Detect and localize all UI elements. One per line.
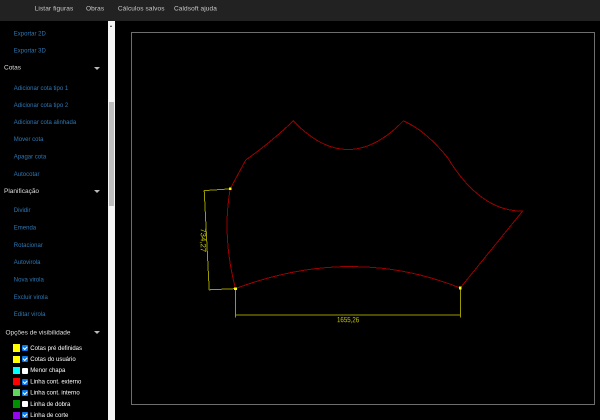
svg-text:Opções de visibilidade: Opções de visibilidade: [6, 329, 71, 336]
svg-text:Editar virola: Editar virola: [14, 312, 46, 318]
svg-text:1655,26: 1655,26: [337, 315, 359, 324]
svg-text:Autocotar: Autocotar: [14, 172, 40, 178]
svg-text:Emenda: Emenda: [14, 225, 37, 231]
svg-text:Menor chapa: Menor chapa: [30, 368, 66, 374]
svg-text:Cotas do usuário: Cotas do usuário: [30, 357, 76, 363]
svg-text:Adicionar cota alinhada: Adicionar cota alinhada: [14, 120, 77, 126]
svg-text:Obras: Obras: [86, 6, 105, 13]
svg-text:Exportar 2D: Exportar 2D: [14, 32, 47, 38]
svg-text:Linha de corte: Linha de corte: [30, 413, 69, 419]
svg-text:Autovirola: Autovirola: [14, 260, 41, 266]
svg-text:Rotacionar: Rotacionar: [14, 243, 43, 249]
svg-text:Listar figuras: Listar figuras: [35, 6, 74, 13]
svg-text:Planificação: Planificação: [4, 188, 39, 195]
svg-text:734,27: 734,27: [199, 228, 208, 252]
svg-text:Exportar 3D: Exportar 3D: [14, 49, 47, 55]
svg-text:Mover cota: Mover cota: [14, 137, 44, 143]
svg-text:Cálculos salvos: Cálculos salvos: [118, 6, 165, 13]
svg-text:Linha cont. externo: Linha cont. externo: [30, 379, 82, 385]
svg-text:Dividir: Dividir: [14, 208, 31, 214]
svg-text:Linha cont. interno: Linha cont. interno: [30, 391, 80, 397]
svg-text:Cotas: Cotas: [4, 65, 22, 72]
svg-text:Excluir virola: Excluir virola: [14, 295, 49, 301]
svg-text:Adicionar cota tipo 2: Adicionar cota tipo 2: [14, 103, 69, 109]
svg-text:Adicionar cota tipo 1: Adicionar cota tipo 1: [14, 86, 69, 92]
svg-text:Linha de dobra: Linha de dobra: [30, 402, 71, 408]
svg-text:Apagar cota: Apagar cota: [14, 154, 47, 160]
svg-text:Caldsoft ajuda: Caldsoft ajuda: [174, 6, 217, 13]
svg-text:Cotas pré definidas: Cotas pré definidas: [30, 346, 82, 352]
svg-text:Nova virola: Nova virola: [14, 278, 45, 284]
